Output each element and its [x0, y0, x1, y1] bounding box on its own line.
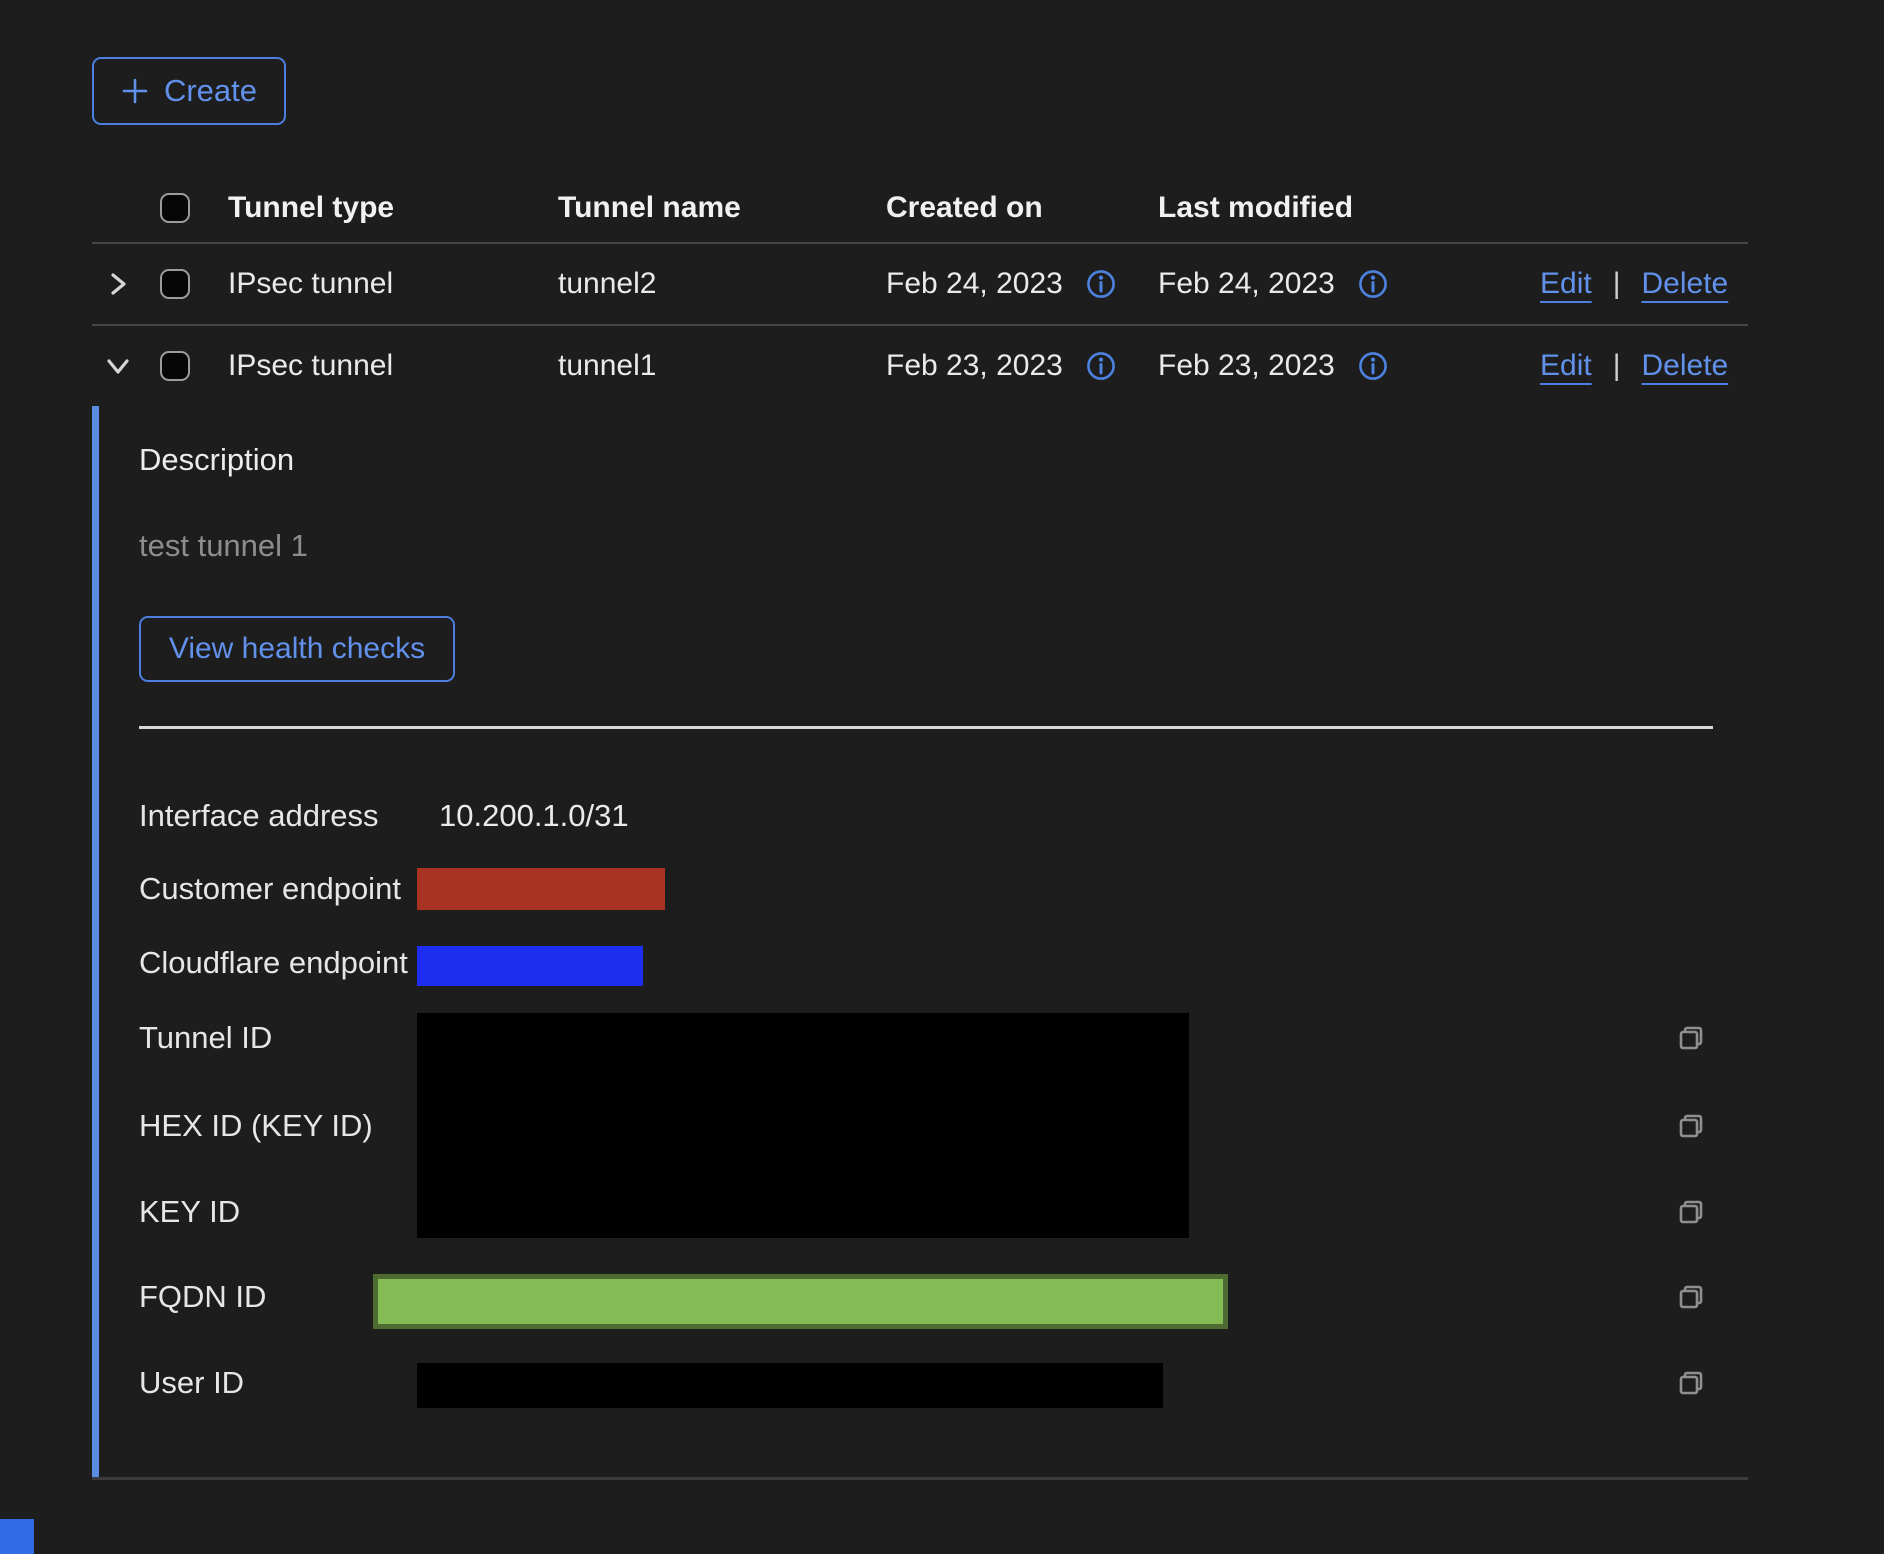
header-created-on: Created on	[886, 191, 1043, 225]
plus-icon	[121, 77, 149, 105]
collapse-chevron-down-icon[interactable]	[100, 348, 136, 384]
row-actions: Edit | Delete	[1540, 267, 1728, 301]
field-label-interface-address: Interface address	[139, 800, 379, 832]
table-row: IPsec tunnel tunnel2 Feb 24, 2023 Feb 24…	[92, 244, 1748, 326]
field-value-interface-address: 10.200.1.0/31	[439, 800, 629, 832]
expand-chevron-right-icon[interactable]	[100, 266, 136, 302]
redacted-value-fqdn-id	[373, 1274, 1228, 1329]
field-label-customer-endpoint: Customer endpoint	[139, 873, 401, 905]
copy-icon[interactable]	[1675, 1022, 1707, 1054]
created-on-cell: Feb 24, 2023	[886, 267, 1117, 301]
panel-bottom-divider	[92, 1477, 1748, 1480]
info-icon[interactable]	[1085, 350, 1117, 382]
edit-link[interactable]: Edit	[1540, 267, 1592, 301]
row-actions: Edit | Delete	[1540, 349, 1728, 383]
modified-date: Feb 23, 2023	[1158, 349, 1335, 383]
modified-date: Feb 24, 2023	[1158, 267, 1335, 301]
copy-icon[interactable]	[1675, 1110, 1707, 1142]
copy-icon[interactable]	[1675, 1196, 1707, 1228]
redacted-value-user-id	[417, 1363, 1163, 1408]
info-icon[interactable]	[1085, 268, 1117, 300]
tunnel-type-cell: IPsec tunnel	[228, 267, 393, 301]
row-checkbox[interactable]	[160, 351, 190, 381]
select-all-checkbox[interactable]	[160, 193, 190, 223]
delete-link[interactable]: Delete	[1642, 349, 1729, 383]
created-date: Feb 24, 2023	[886, 267, 1063, 301]
actions-separator: |	[1613, 267, 1621, 301]
field-label-cloudflare-endpoint: Cloudflare endpoint	[139, 947, 408, 979]
info-icon[interactable]	[1357, 350, 1389, 382]
info-icon[interactable]	[1357, 268, 1389, 300]
chat-widget-fragment[interactable]	[0, 1519, 34, 1554]
delete-link[interactable]: Delete	[1642, 267, 1729, 301]
description-label: Description	[139, 442, 294, 478]
header-tunnel-name: Tunnel name	[558, 191, 741, 225]
header-last-modified: Last modified	[1158, 191, 1353, 225]
tunnel-name-cell: tunnel1	[558, 349, 656, 383]
row-checkbox[interactable]	[160, 269, 190, 299]
description-value: test tunnel 1	[139, 528, 308, 564]
view-health-checks-button[interactable]: View health checks	[139, 616, 455, 682]
tunnel-name-cell: tunnel2	[558, 267, 656, 301]
redacted-value-ids-block	[417, 1013, 1189, 1238]
edit-link[interactable]: Edit	[1540, 349, 1592, 383]
table-row: IPsec tunnel tunnel1 Feb 23, 2023 Feb 23…	[92, 326, 1748, 406]
field-label-user-id: User ID	[139, 1367, 244, 1399]
table-header-row: Tunnel type Tunnel name Created on Last …	[92, 173, 1748, 244]
redacted-value-customer-endpoint	[417, 868, 665, 910]
expanded-tunnel-panel: Description test tunnel 1 View health ch…	[92, 406, 1748, 1477]
header-tunnel-type: Tunnel type	[228, 191, 394, 225]
copy-icon[interactable]	[1675, 1367, 1707, 1399]
create-button-label: Create	[164, 73, 257, 109]
copy-icon[interactable]	[1675, 1281, 1707, 1313]
created-on-cell: Feb 23, 2023	[886, 349, 1117, 383]
section-divider	[139, 726, 1713, 729]
redacted-value-cloudflare-endpoint	[417, 946, 643, 986]
field-label-fqdn-id: FQDN ID	[139, 1281, 266, 1313]
created-date: Feb 23, 2023	[886, 349, 1063, 383]
last-modified-cell: Feb 23, 2023	[1158, 349, 1389, 383]
actions-separator: |	[1613, 349, 1621, 383]
create-button[interactable]: Create	[92, 57, 286, 125]
field-label-key-id: KEY ID	[139, 1196, 240, 1228]
tunnels-page: Create Tunnel type Tunnel name Created o…	[0, 0, 1884, 1554]
field-label-hex-id: HEX ID (KEY ID)	[139, 1110, 373, 1142]
tunnel-type-cell: IPsec tunnel	[228, 349, 393, 383]
last-modified-cell: Feb 24, 2023	[1158, 267, 1389, 301]
field-label-tunnel-id: Tunnel ID	[139, 1022, 272, 1054]
